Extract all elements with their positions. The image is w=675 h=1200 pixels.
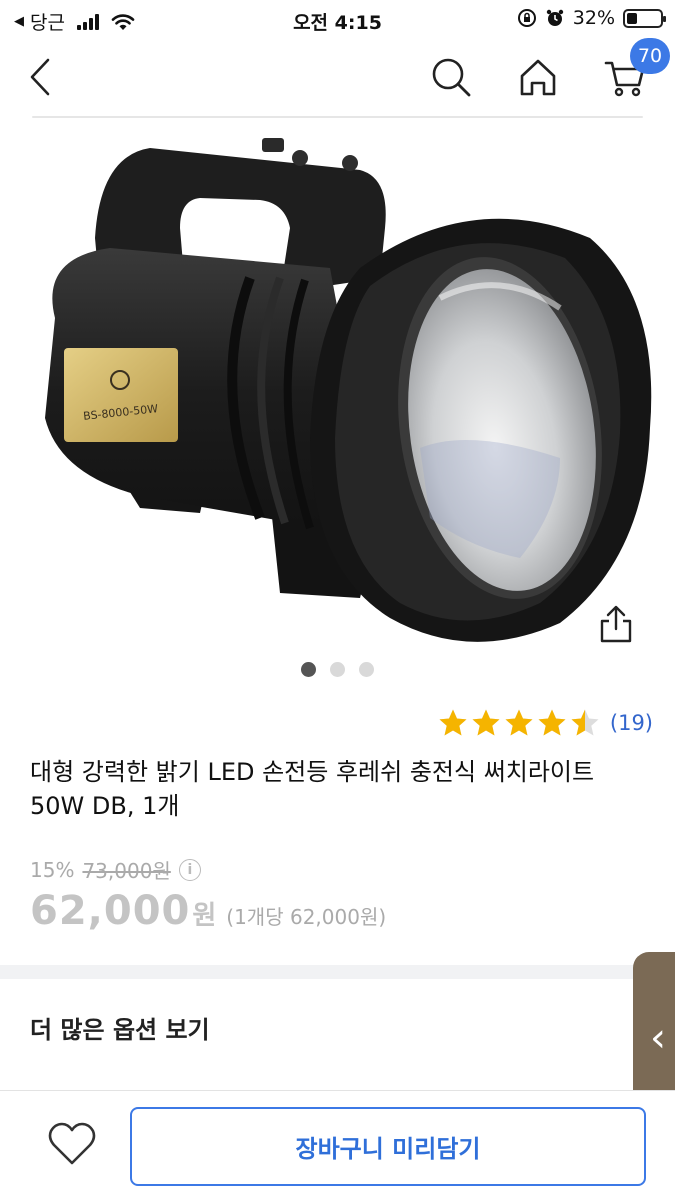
unit-price: (1개당 62,000원) xyxy=(226,905,387,929)
section-divider xyxy=(0,965,675,979)
alarm-icon xyxy=(546,9,563,26)
star-icon xyxy=(538,709,566,736)
battery-icon xyxy=(623,8,666,28)
star-icon xyxy=(505,709,533,736)
price-row: 62,000 원 (1개당 62,000원) xyxy=(30,888,386,934)
top-nav xyxy=(0,40,675,118)
info-icon[interactable]: i xyxy=(178,858,201,881)
discount-row: 15% 73,000원 i xyxy=(30,855,201,884)
star-icon xyxy=(472,709,500,736)
battery-level xyxy=(627,12,638,24)
product-title: 대형 강력한 밝기 LED 손전등 후레쉬 충전식 써치라이트 50W DB, … xyxy=(30,758,595,820)
original-price: 73,000원 xyxy=(82,859,171,883)
search-icon xyxy=(432,58,471,97)
price-currency: 원 xyxy=(192,901,217,931)
cart-count-badge[interactable]: 70 xyxy=(630,38,670,74)
review-count[interactable]: (19) xyxy=(610,711,653,735)
image-pager[interactable] xyxy=(0,662,675,677)
heart-icon[interactable] xyxy=(46,1120,98,1168)
star-icon xyxy=(571,709,599,736)
search-button[interactable] xyxy=(426,52,476,102)
back-button[interactable] xyxy=(16,52,66,102)
flashlight-product-image[interactable]: BS-8000-50W xyxy=(0,118,675,696)
add-to-cart-button[interactable]: 장바구니 미리담기 xyxy=(130,1107,646,1186)
pager-dot[interactable] xyxy=(359,662,374,677)
orientation-lock-icon xyxy=(517,9,536,27)
battery-percent: 32% xyxy=(572,7,615,29)
pager-dot[interactable] xyxy=(330,662,345,677)
star-icon xyxy=(439,709,467,736)
chevron-left-icon: ‹ xyxy=(650,1015,666,1061)
pager-dot[interactable] xyxy=(301,662,316,677)
more-options-heading[interactable]: 더 많은 옵션 보기 xyxy=(30,1010,210,1045)
sale-price: 62,000 xyxy=(30,888,191,934)
product-image-gallery[interactable]: BS-8000-50W xyxy=(0,118,675,696)
home-button[interactable] xyxy=(513,52,563,102)
status-bar: ◀ 당근 오전 4:15 32% xyxy=(0,0,675,40)
status-right: 32% xyxy=(517,7,666,29)
discount-rate: 15% xyxy=(30,857,75,882)
home-icon xyxy=(520,59,556,96)
star-rating xyxy=(438,708,600,738)
rating[interactable]: (19) xyxy=(438,708,653,738)
chevron-left-icon xyxy=(30,58,50,96)
share-icon[interactable] xyxy=(596,604,636,644)
